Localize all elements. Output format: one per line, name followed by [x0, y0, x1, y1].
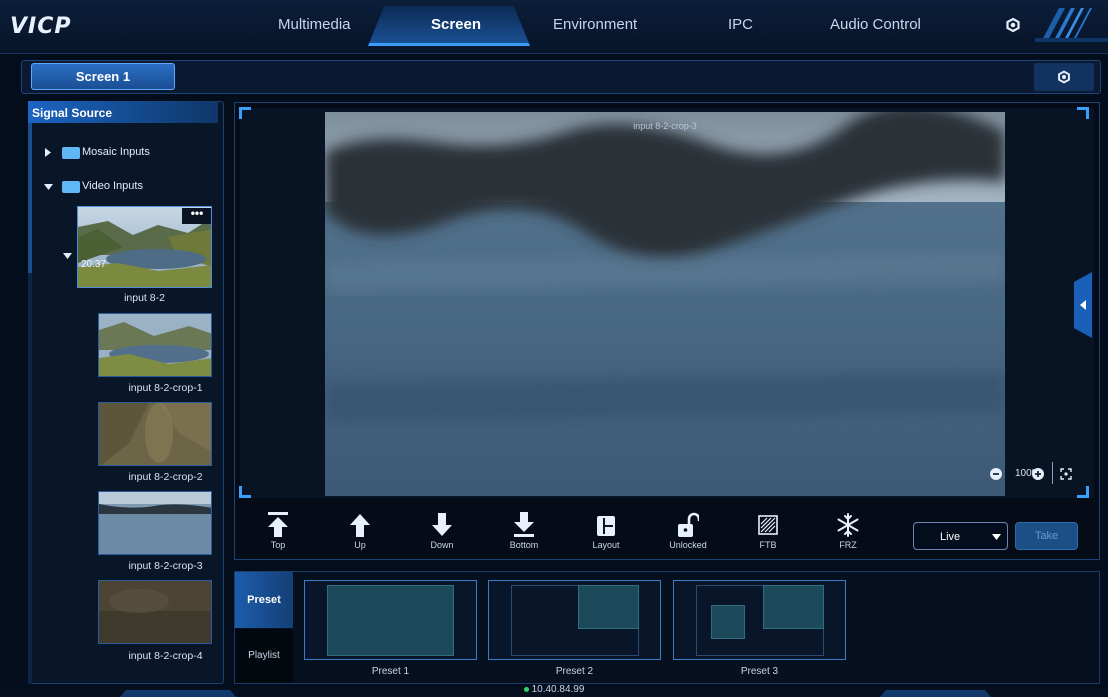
input-label: input 8-2-crop-2 — [128, 471, 203, 483]
tab-playlist[interactable]: Playlist — [235, 629, 293, 683]
tab-multimedia[interactable]: Multimedia — [278, 16, 351, 33]
screen-settings-button[interactable] — [1034, 63, 1094, 91]
move-up-button[interactable]: Up — [330, 512, 390, 550]
input-label: input 8-2-crop-3 — [128, 560, 203, 572]
screen-selector-bar — [21, 60, 1101, 94]
connection-status: 10.40.84.99 — [0, 684, 1108, 695]
status-dot — [523, 686, 529, 692]
layout-icon — [597, 516, 615, 536]
tool-label: Layout — [592, 540, 620, 550]
terrain-crop-thumbnail-image — [99, 581, 211, 643]
lake-crop-thumbnail-image — [99, 314, 211, 376]
zoom-in-icon[interactable] — [1032, 468, 1044, 480]
take-button[interactable]: Take — [1015, 522, 1078, 550]
layout-button[interactable]: Layout — [576, 512, 636, 550]
move-bottom-icon — [514, 512, 534, 537]
signal-source-title: Signal Source — [28, 101, 218, 123]
chevron-right-icon — [45, 148, 51, 157]
chevron-down-icon — [44, 184, 53, 190]
move-top-icon — [268, 512, 288, 537]
preset-card-1[interactable] — [304, 580, 477, 660]
chevron-down-icon — [992, 534, 1001, 540]
tool-label: FRZ — [839, 540, 857, 550]
move-down-button[interactable]: Down — [412, 512, 472, 550]
tool-label: Top — [270, 540, 286, 550]
corner-bracket — [239, 107, 251, 119]
lock-toggle-button[interactable]: Unlocked — [658, 512, 718, 550]
fit-screen-icon[interactable] — [1060, 468, 1072, 480]
arrow-up-icon — [350, 514, 370, 537]
tool-label: Up — [354, 540, 366, 550]
tool-label: Unlocked — [669, 540, 707, 550]
preset-window-block — [711, 605, 745, 639]
tree-folder-mosaic-inputs[interactable]: Mosaic Inputs — [44, 146, 174, 160]
input-label: input 8-2-crop-4 — [128, 650, 203, 662]
output-mode-select[interactable]: Live — [913, 522, 1008, 550]
collapse-side-panel-button[interactable] — [1074, 272, 1092, 338]
input-thumbnail[interactable] — [98, 313, 212, 377]
corner-bracket — [1077, 486, 1089, 498]
unlock-icon — [678, 512, 699, 537]
panel-scrollbar-thumb[interactable] — [28, 123, 32, 273]
corner-bracket — [1077, 107, 1089, 119]
preset-card-2[interactable] — [488, 580, 661, 660]
preset-window-block — [578, 585, 639, 629]
mountain-crop-thumbnail-image — [99, 403, 211, 465]
gear-icon — [1058, 70, 1070, 84]
water-crop-thumbnail-image — [99, 492, 211, 554]
select-value: Live — [940, 531, 961, 543]
tab-screen[interactable]: Screen — [431, 16, 481, 33]
tree-folder-video-inputs[interactable]: Video Inputs — [44, 180, 174, 194]
folder-icon — [62, 147, 80, 159]
preview-layer-window[interactable] — [325, 112, 1005, 496]
preset-card-3[interactable] — [673, 580, 846, 660]
preset-label: Preset 2 — [555, 666, 594, 677]
tab-audio-control[interactable]: Audio Control — [830, 16, 921, 33]
move-to-bottom-button[interactable]: Bottom — [494, 512, 554, 550]
arrow-down-icon — [432, 513, 452, 536]
decorative-stripes — [1035, 8, 1108, 42]
input-thumbnail[interactable]: ••• 20:37 — [77, 206, 212, 288]
input-thumbnail[interactable] — [98, 491, 212, 555]
tab-environment[interactable]: Environment — [553, 16, 637, 33]
folder-icon — [62, 181, 80, 193]
layer-caption: input 8-2-crop-3 — [633, 121, 697, 131]
snowflake-icon — [837, 513, 859, 537]
screen-1-tab[interactable]: Screen 1 — [31, 63, 175, 90]
preset-label: Preset 1 — [371, 666, 410, 677]
tool-label: Down — [430, 540, 454, 550]
divider — [1052, 462, 1053, 484]
freeze-button[interactable]: FRZ — [818, 512, 878, 550]
preset-label: Preset 3 — [740, 666, 779, 677]
app-logo: VICP — [10, 14, 72, 39]
lake-preview-image — [325, 112, 1005, 496]
input-thumbnail[interactable] — [98, 402, 212, 466]
fade-to-black-button[interactable]: FTB — [738, 512, 798, 550]
tool-label: Bottom — [509, 540, 539, 550]
tool-label: FTB — [759, 540, 777, 550]
chevron-left-icon — [1080, 300, 1086, 310]
thumbnail-timestamp: 20:37 — [81, 259, 107, 270]
gear-icon[interactable] — [1003, 15, 1023, 35]
tab-ipc[interactable]: IPC — [728, 16, 753, 33]
more-options-icon[interactable]: ••• — [182, 207, 211, 224]
move-to-top-button[interactable]: Top — [248, 512, 308, 550]
ip-address: 10.40.84.99 — [531, 684, 585, 695]
input-thumbnail[interactable] — [98, 580, 212, 644]
tab-preset[interactable]: Preset — [235, 572, 293, 628]
preset-layout-preview — [327, 585, 454, 656]
chevron-down-icon[interactable] — [63, 253, 72, 260]
corner-bracket — [239, 486, 251, 498]
preset-window-block — [763, 585, 824, 629]
zoom-out-icon[interactable] — [990, 468, 1002, 480]
tree-label: Mosaic Inputs — [82, 146, 150, 158]
input-label: input 8-2 — [124, 292, 165, 304]
fade-to-black-icon — [758, 515, 778, 535]
tree-label: Video Inputs — [82, 180, 143, 192]
input-label: input 8-2-crop-1 — [128, 382, 203, 394]
